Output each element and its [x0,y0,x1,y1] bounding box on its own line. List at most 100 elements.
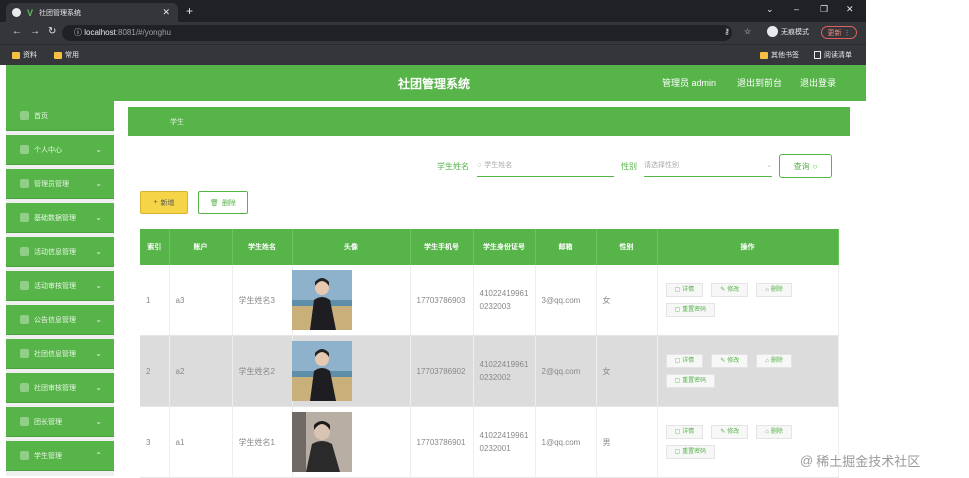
info-icon: ⓘ [74,28,85,37]
reading-list-icon [814,51,821,59]
folder-icon [54,51,62,59]
add-button[interactable]: + 新增 [140,191,188,214]
new-tab-icon[interactable]: + [186,4,193,18]
edit-button[interactable]: ✎ 修改 [711,283,749,297]
sidebar-item-admins[interactable]: 管理员管理 ⌄ [6,169,114,199]
club-icon [20,349,29,358]
url-path: :8081/#/yonghu [115,28,171,37]
reset-icon: ▢ [674,448,681,455]
column-header: 学生手机号 [410,229,474,265]
logout-link[interactable]: 退出登录 [800,76,836,89]
batch-delete-button[interactable]: 🗑 删除 [198,191,248,214]
forward-icon[interactable]: → [30,26,40,37]
search-icon: ○ [812,161,818,171]
sidebar-item-announcements[interactable]: 公告信息管理 ⌄ [6,305,114,335]
detail-icon: ▢ [674,286,681,293]
gender-select[interactable]: 请选择性别 ⌄ [644,155,772,177]
other-bookmarks[interactable]: 其他书签 [760,50,799,60]
plus-icon: + [153,199,158,206]
at-icon: @ [800,453,814,468]
chrome-icon [12,8,21,17]
chevron-down-icon: ⌄ [766,161,772,169]
avatar-photo [291,270,352,330]
key-icon[interactable]: ⚷ [724,27,730,36]
maximize-icon[interactable]: ❐ [820,4,828,15]
browser-tab[interactable]: V 社团管理系统 ✕ [6,3,178,22]
query-button[interactable]: 查询 ○ [779,154,832,178]
bookmark-star-icon[interactable]: ☆ [744,27,751,36]
browser-tab-strip: V 社团管理系统 ✕ + ⌄ – ❐ ✕ [0,0,866,22]
tab-title: 社团管理系统 [39,9,82,17]
edit-icon: ✎ [720,357,726,364]
reading-list[interactable]: 阅读清单 [814,50,852,60]
cell-email: 1@qq.com [535,406,597,478]
cell-account: a1 [169,406,233,478]
detail-button[interactable]: ▢ 详情 [665,354,704,368]
reset-icon: ▢ [674,306,681,313]
cell-ops: ▢ 详情 ✎ 修改 ⌂ 删除 ▢ 重置密码 [657,265,839,336]
column-header: 学生姓名 [232,229,293,265]
cell-index: 3 [140,406,170,478]
incognito-indicator[interactable]: 无痕模式 [767,26,809,37]
sidebar-item-students[interactable]: 学生管理 ⌃ [6,441,114,471]
window-close-icon[interactable]: ✕ [846,4,854,15]
delete-button[interactable]: ⌂ 删除 [756,283,792,297]
announcement-icon [20,315,29,324]
cell-avatar [291,406,411,478]
sidebar-item-profile[interactable]: 个人中心 ⌄ [6,135,114,165]
detail-button[interactable]: ▢ 详情 [665,425,704,439]
reset-password-button[interactable]: ▢ 重置密码 [665,445,716,459]
review-icon [20,383,29,392]
sidebar-item-clubs[interactable]: 社团信息管理 ⌄ [6,339,114,369]
trash-icon: ⌂ [765,428,769,435]
student-name-label: 学生姓名 [437,162,469,171]
avatar-photo [291,412,352,472]
detail-icon: ▢ [674,357,681,364]
breadcrumb-current[interactable]: 学生 [170,117,184,127]
delete-button[interactable]: ⌂ 删除 [756,425,792,439]
leader-icon [20,417,29,426]
home-icon [20,111,29,120]
sidebar-item-activity-review[interactable]: 活动审核管理 ⌄ [6,271,114,301]
reset-password-button[interactable]: ▢ 重置密码 [665,374,716,388]
breadcrumb: 学生 [128,107,850,136]
sidebar-item-leaders[interactable]: 团长管理 ⌄ [6,407,114,437]
cell-name: 学生姓名2 [232,335,293,407]
address-bar[interactable]: ⓘ localhost:8081/#/yonghu [62,25,732,41]
column-header: 邮箱 [535,229,597,265]
reset-icon: ▢ [674,377,681,384]
reset-password-button[interactable]: ▢ 重置密码 [665,303,716,317]
edit-button[interactable]: ✎ 修改 [711,354,749,368]
cell-gender: 男 [596,406,658,478]
cell-phone: 17703786902 [410,335,474,407]
sidebar-item-activities[interactable]: 活动信息管理 ⌄ [6,237,114,267]
vue-logo-icon: V [27,7,34,18]
chevron-down-icon: ⌄ [95,417,102,426]
bookmark-folder-1[interactable]: 资料 [12,50,37,60]
tab-search-icon[interactable]: ⌄ [766,4,774,15]
back-icon[interactable]: ← [12,26,22,37]
detail-button[interactable]: ▢ 详情 [665,283,704,297]
minimize-icon[interactable]: – [794,4,799,14]
cell-account: a2 [169,335,233,407]
sidebar-item-home[interactable]: 首页 [6,101,114,131]
frontend-link[interactable]: 退出到前台 [737,76,782,89]
bookmark-folder-2[interactable]: 常用 [54,50,79,60]
sidebar-item-basic-data[interactable]: 基础数据管理 ⌄ [6,203,114,233]
folder-icon [760,51,768,59]
cell-name: 学生姓名3 [232,265,293,336]
chevron-down-icon: ⌄ [95,213,102,222]
reload-icon[interactable]: ↻ [48,26,56,37]
edit-button[interactable]: ✎ 修改 [711,425,749,439]
column-header: 学生身份证号 [473,229,536,265]
avatar-photo [291,341,352,401]
student-name-input[interactable]: ○ 学生姓名 [477,155,614,177]
tab-close-icon[interactable]: ✕ [162,7,170,18]
trash-icon: ⌂ [765,357,769,364]
update-button[interactable]: 更新 ⋮ [821,26,857,39]
sidebar-item-club-review[interactable]: 社团审核管理 ⌄ [6,373,114,403]
delete-button[interactable]: ⌂ 删除 [756,354,792,368]
url-host: localhost [84,28,116,37]
gender-label: 性别 [621,162,637,171]
column-header: 头像 [292,229,411,265]
